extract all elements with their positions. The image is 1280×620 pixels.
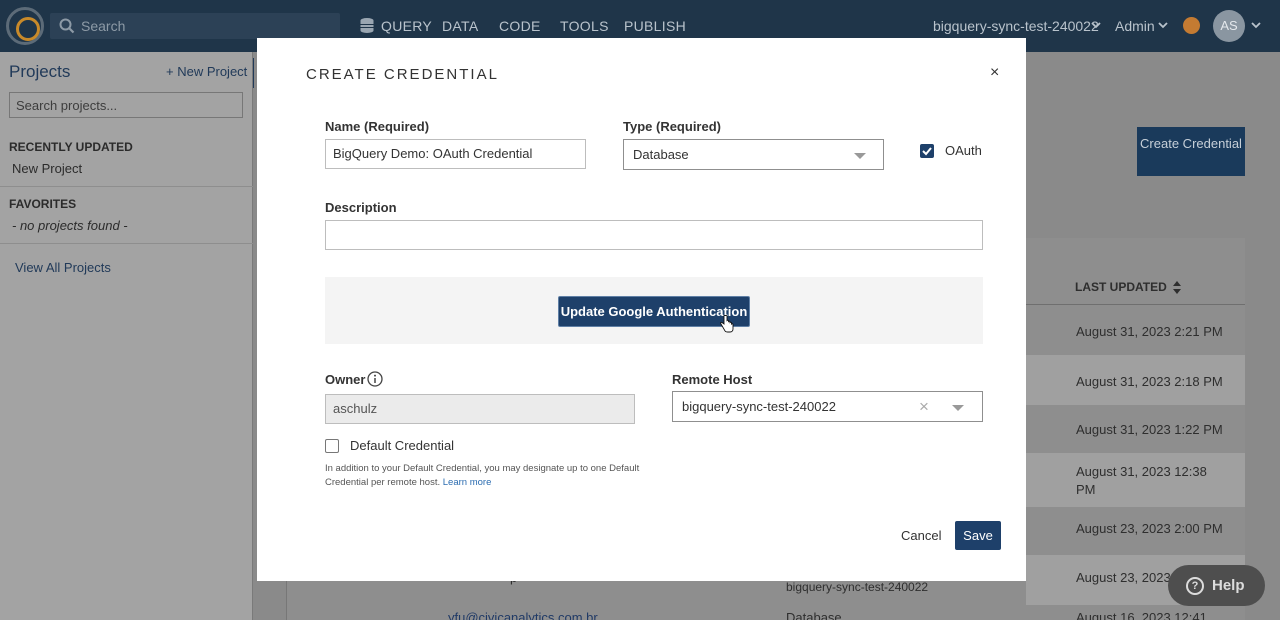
help-icon: ? — [1186, 577, 1204, 595]
nav-query[interactable]: QUERY — [381, 18, 432, 34]
oauth-checkbox[interactable] — [920, 144, 934, 158]
favorites-heading: FAVORITES — [9, 197, 77, 211]
clear-icon[interactable]: × — [919, 392, 929, 421]
help-label: Help — [1212, 577, 1245, 594]
nav-data[interactable]: DATA — [442, 18, 478, 34]
projects-sidebar: Projects + New Project RECENTLY UPDATED … — [0, 52, 253, 620]
description-input[interactable] — [325, 220, 983, 250]
info-icon[interactable] — [367, 371, 383, 387]
check-icon — [922, 147, 932, 156]
owner-input: aschulz — [325, 394, 635, 424]
default-credential-checkbox[interactable] — [325, 439, 339, 453]
chevron-down-icon — [1158, 22, 1168, 29]
save-button[interactable]: Save — [955, 521, 1001, 550]
table-cell-date: August 23, 2023 2:00 PM — [1076, 521, 1223, 536]
table-cell-date: August 31, 2023 1:22 PM — [1076, 422, 1223, 437]
remote-host-select[interactable]: bigquery-sync-test-240022 × — [672, 391, 983, 422]
table-cell-date: August 31, 2023 2:21 PM — [1076, 324, 1223, 339]
modal-title: CREATE CREDENTIAL — [306, 66, 499, 83]
role-selector[interactable]: Admin — [1115, 18, 1155, 34]
learn-more-link[interactable]: Learn more — [443, 477, 492, 488]
table-header-divider — [1026, 304, 1245, 305]
global-search[interactable]: Search — [50, 13, 340, 39]
name-input[interactable]: BigQuery Demo: OAuth Credential — [325, 139, 586, 169]
remote-host-label: Remote Host — [672, 372, 753, 387]
column-header-last-updated[interactable]: LAST UPDATED — [1075, 280, 1167, 294]
type-select-value: Database — [633, 147, 689, 162]
app-logo-icon[interactable] — [6, 7, 44, 45]
database-icon — [360, 18, 374, 33]
nav-publish[interactable]: PUBLISH — [624, 18, 686, 34]
recently-updated-heading: RECENTLY UPDATED — [9, 140, 133, 154]
search-icon — [59, 18, 75, 34]
sidebar-title: Projects — [9, 62, 71, 81]
type-label: Type (Required) — [623, 119, 721, 134]
global-search-placeholder: Search — [81, 18, 126, 34]
close-icon[interactable]: × — [990, 64, 999, 82]
type-select[interactable]: Database — [623, 139, 884, 170]
project-search-input[interactable] — [9, 92, 243, 118]
nav-tools[interactable]: TOOLS — [560, 18, 609, 34]
chevron-down-icon — [1251, 22, 1261, 29]
create-credential-button[interactable]: Create Credential — [1137, 127, 1245, 176]
help-button[interactable]: ? Help — [1168, 565, 1265, 606]
oauth-label: OAuth — [945, 143, 982, 158]
auth-panel: Update Google Authentication — [325, 277, 983, 344]
cancel-button[interactable]: Cancel — [901, 528, 941, 543]
table-cell-type: Database — [786, 610, 842, 620]
table-cell-owner[interactable]: yfu@civicanalytics.com.br — [448, 610, 598, 620]
workspace-selector[interactable]: bigquery-sync-test-240022 — [933, 18, 1099, 34]
owner-label: Owner — [325, 372, 366, 387]
create-credential-modal: CREATE CREDENTIAL × Name (Required) BigQ… — [257, 38, 1026, 581]
table-cell-date: August 31, 2023 2:18 PM — [1076, 374, 1223, 389]
nav-code[interactable]: CODE — [499, 18, 541, 34]
table-cell-date: August 31, 2023 12:38 PM — [1076, 464, 1207, 497]
divider — [0, 186, 253, 187]
name-label: Name (Required) — [325, 119, 430, 134]
table-cell-date: August 23, 2023 1 — [1076, 570, 1182, 585]
caret-down-icon — [952, 405, 964, 411]
avatar[interactable]: AS — [1213, 10, 1245, 42]
table-cell-host: bigquery-sync-test-240022 — [786, 580, 929, 594]
table-cell-date: August 16, 2023 12:41 — [1076, 610, 1207, 620]
default-credential-help: In addition to your Default Credential, … — [325, 462, 645, 490]
notification-icon[interactable] — [1183, 17, 1200, 34]
recent-project-item[interactable]: New Project — [12, 161, 82, 176]
view-all-projects-link[interactable]: View All Projects — [15, 260, 111, 275]
caret-down-icon — [854, 153, 866, 159]
new-project-link[interactable]: + New Project — [166, 64, 247, 79]
description-label: Description — [325, 200, 397, 215]
hand-cursor-icon — [720, 315, 734, 333]
chevron-down-icon — [1091, 22, 1101, 29]
default-credential-label: Default Credential — [350, 438, 455, 453]
divider — [0, 243, 253, 244]
favorites-empty: - no projects found - — [12, 218, 128, 233]
remote-host-value: bigquery-sync-test-240022 — [682, 399, 836, 414]
sort-icon[interactable] — [1173, 281, 1181, 294]
